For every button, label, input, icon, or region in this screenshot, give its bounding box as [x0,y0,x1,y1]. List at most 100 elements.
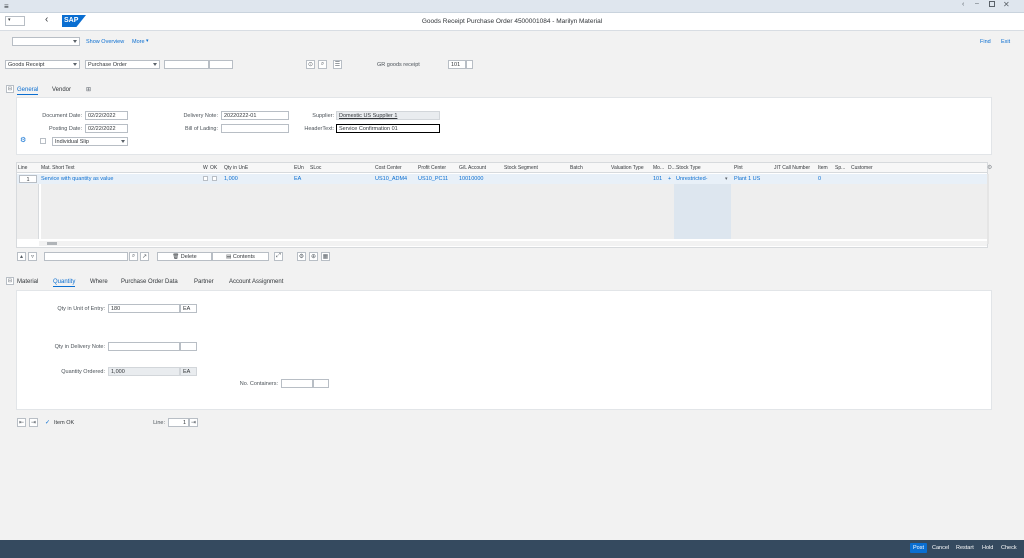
col-batch: Batch [570,165,583,171]
movement-type-help[interactable] [466,60,473,69]
layout-icon[interactable]: ▦ [321,252,330,261]
contents-button[interactable]: ▤ Contents [212,252,269,261]
po-item-input[interactable] [209,60,233,69]
row-stock-type[interactable]: Unrestricted- [676,176,707,182]
row-ok-checkbox[interactable] [212,176,217,181]
hold-button[interactable]: Hold [982,545,993,551]
delivery-note-input[interactable]: 20220222-01 [221,111,289,120]
supplier-field: Domestic US Supplier 1 [336,111,440,120]
col-short-text: Mat. Short Text [41,165,75,171]
row-eun[interactable]: EA [294,176,301,182]
footer-bar: Post Cancel Restart Hold Check [0,540,1024,558]
grid-search-input[interactable] [44,252,128,261]
col-d: D... [668,165,676,171]
grid-settings-icon[interactable]: ⚙ [987,164,992,171]
move-up-icon[interactable]: ▴ [17,252,26,261]
scrollbar-thumb[interactable] [47,242,57,245]
next-item-icon[interactable]: ⇥ [29,418,38,427]
col-customer: Customer [851,165,873,171]
cancel-button[interactable]: Cancel [932,545,949,551]
expand-icon[interactable]: ⤢ [274,252,283,261]
tab-general[interactable]: General [17,87,39,95]
search-icon[interactable]: ⌕ [129,252,138,261]
tab-account-assignment[interactable]: Account Assignment [229,279,283,285]
settings-icon[interactable]: ⚙ [297,252,306,261]
qty-entry-input[interactable]: 180 [108,304,180,313]
collapse-detail-icon[interactable]: ⊟ [6,277,14,285]
horizontal-scrollbar[interactable] [39,241,987,246]
row-plant[interactable]: Plant 1 US [734,176,760,182]
qty-entry-label: Qty in Unit of Entry: [57,306,105,312]
row-w-checkbox[interactable] [203,176,208,181]
vertical-scrollbar[interactable] [987,174,989,244]
row-qty[interactable]: 1,000 [224,176,238,182]
list-icon[interactable]: ☰ [333,60,342,69]
chevron-down-icon[interactable]: ▾ [725,176,728,182]
maximize-icon[interactable] [989,1,995,7]
tab-where[interactable]: Where [90,279,108,285]
search-next-icon[interactable]: ↗ [140,252,149,261]
ref-doc-select[interactable]: Purchase Order [85,60,160,69]
supplier-value: Domestic US Supplier 1 [339,113,398,119]
item-ok-label: Item OK [54,420,75,426]
restart-button[interactable]: Restart [956,545,974,551]
find-button[interactable]: Find [980,39,991,45]
post-button[interactable]: Post [910,543,928,553]
qty-delivery-label: Qty in Delivery Note: [54,344,105,350]
check-button[interactable]: Check [1001,545,1017,551]
search-icon[interactable]: ⌕ [318,60,327,69]
settings-icon[interactable]: ⚙ [20,136,26,144]
action-select[interactable]: Goods Receipt [5,60,80,69]
col-eun: EUn [294,165,304,171]
stock-type-column [674,184,731,239]
items-grid: Line Mat. Short Text W OK Qty in UnE EUn… [16,162,992,248]
row-cost-center[interactable]: US10_ADM4 [375,176,407,182]
filter-icon[interactable]: ▿ [28,252,37,261]
window-back-icon[interactable]: ‹ [962,1,964,8]
containers-unit[interactable] [313,379,329,388]
qty-delivery-input[interactable] [108,342,180,351]
show-overview-button[interactable]: Show Overview [86,39,124,45]
previous-item-icon[interactable]: ⇤ [17,418,26,427]
row-mvt[interactable]: 101 [653,176,662,182]
menu-icon[interactable]: ≡ [4,2,9,11]
general-panel [16,97,992,155]
vendor-info-icon[interactable]: ⊞ [86,86,91,93]
slip-select[interactable]: Individual Slip [52,137,128,146]
qty-entry-unit[interactable]: EA [180,304,197,313]
row-item[interactable]: 0 [818,176,821,182]
line-input[interactable]: 1 [168,418,189,427]
col-sp: Sp... [835,165,846,171]
more-button[interactable]: More [132,39,145,45]
tab-material[interactable]: Material [17,279,38,285]
containers-input[interactable] [281,379,313,388]
row-short-text[interactable]: Service with quantity as value [41,176,113,182]
collapse-header-icon[interactable]: ⊟ [6,85,14,93]
slip-checkbox[interactable] [40,138,46,144]
header-text-input[interactable]: Service Confirmation 01 [336,124,440,133]
posting-date-input[interactable]: 02/22/2022 [85,124,128,133]
exit-button[interactable]: Exit [1001,39,1010,45]
movement-type-input[interactable]: 101 [448,60,466,69]
col-stock-type: Stock Type [676,165,701,171]
table-row[interactable] [17,174,987,184]
row-gl-account[interactable]: 10010000 [459,176,483,182]
minimize-icon[interactable]: – [975,0,979,7]
row-profit-center[interactable]: US10_PC11 [418,176,448,182]
col-sloc: SLoc [310,165,322,171]
tab-purchase-order-data[interactable]: Purchase Order Data [121,279,178,285]
tab-vendor[interactable]: Vendor [52,87,71,93]
go-to-line-icon[interactable]: ⇥ [189,418,198,427]
execute-icon[interactable]: ⊙ [306,60,315,69]
close-icon[interactable]: ✕ [1003,0,1010,9]
item-ok-checkbox[interactable]: ✓ [45,419,50,426]
bill-of-lading-input[interactable] [221,124,289,133]
tab-quantity[interactable]: Quantity [53,279,76,287]
tab-partner[interactable]: Partner [194,279,214,285]
qty-delivery-unit[interactable] [180,342,197,351]
command-field[interactable] [12,37,80,46]
add-icon[interactable]: ⊕ [309,252,318,261]
delete-button[interactable]: 🗑 Delete [157,252,212,261]
po-number-input[interactable] [164,60,209,69]
document-date-input[interactable]: 02/22/2022 [85,111,128,120]
